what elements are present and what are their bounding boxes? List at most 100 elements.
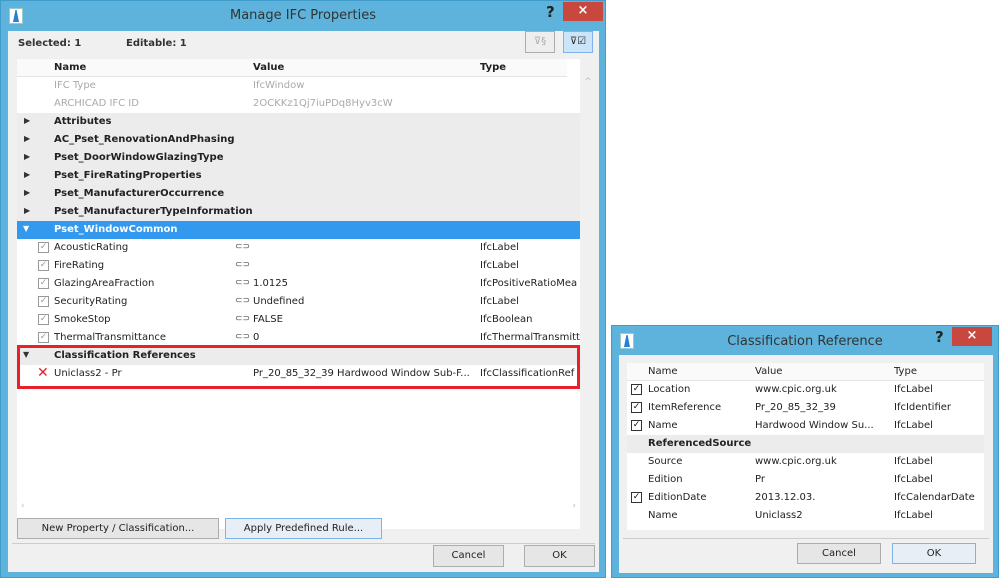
group-name: Attributes: [54, 116, 112, 127]
collapse-arrow-icon[interactable]: ▼: [23, 224, 29, 233]
link-icon[interactable]: ⊂⊃: [235, 260, 250, 270]
column-value[interactable]: Value: [755, 366, 782, 377]
column-name[interactable]: Name: [54, 62, 86, 73]
info-row[interactable]: ARCHICAD IFC ID 2OCKKz1Qj7iuPDq8Hyv3cW: [17, 95, 580, 113]
expand-arrow-icon[interactable]: ▶: [24, 152, 30, 161]
expand-arrow-icon[interactable]: ▶: [24, 134, 30, 143]
property-row[interactable]: ✓ FireRating ⊂⊃ IfcLabel: [17, 257, 580, 275]
horizontal-scrollbar[interactable]: ‹ ›: [17, 501, 580, 513]
column-type[interactable]: Type: [894, 366, 917, 377]
row-value[interactable]: 2013.12.03.: [755, 492, 815, 503]
row-value[interactable]: www.cpic.org.uk: [755, 456, 837, 467]
property-checkbox[interactable]: ✓: [38, 314, 49, 325]
group-name: Pset_DoorWindowGlazingType: [54, 152, 224, 163]
row-name: Name: [648, 420, 678, 431]
property-name: SecurityRating: [54, 296, 128, 307]
vertical-scrollbar[interactable]: ^: [580, 77, 596, 507]
table-header: Name Value Type: [17, 59, 567, 77]
row-value: IfcWindow: [253, 80, 305, 91]
referenced-source-group: ReferencedSource: [627, 435, 984, 453]
help-icon[interactable]: ?: [935, 328, 944, 346]
property-checkbox[interactable]: ✓: [38, 332, 49, 343]
column-name[interactable]: Name: [648, 366, 678, 377]
title-bar[interactable]: Classification Reference ? ×: [612, 326, 998, 356]
group-row[interactable]: ▶ Pset_ManufacturerOccurrence: [17, 185, 580, 203]
row-type: IfcLabel: [894, 420, 933, 431]
filter-section-button[interactable]: ⊽§: [525, 31, 555, 53]
property-type: IfcBoolean: [480, 314, 533, 325]
help-icon[interactable]: ?: [546, 3, 555, 21]
column-type[interactable]: Type: [480, 62, 506, 73]
reference-row[interactable]: ✓ Location www.cpic.org.uk IfcLabel: [627, 381, 984, 399]
separator: [623, 538, 989, 539]
checkbox-checked[interactable]: ✓: [631, 402, 642, 413]
reference-row[interactable]: ✓ EditionDate 2013.12.03. IfcCalendarDat…: [627, 489, 984, 507]
group-row-selected[interactable]: ▼ Pset_WindowCommon: [17, 221, 580, 239]
content-panel: Selected: 1 Editable: 1 ⊽§ ⊽☑ Name Value…: [8, 31, 599, 572]
reference-row[interactable]: ✓ Name Hardwood Window Su... IfcLabel: [627, 417, 984, 435]
link-icon[interactable]: ⊂⊃: [235, 332, 250, 342]
classification-highlight: [17, 345, 580, 389]
manage-ifc-properties-dialog: Manage IFC Properties ? × Selected: 1 Ed…: [0, 0, 606, 578]
group-row[interactable]: ▶ AC_Pset_RenovationAndPhasing: [17, 131, 580, 149]
property-checkbox[interactable]: ✓: [38, 242, 49, 253]
checkbox-checked[interactable]: ✓: [631, 492, 642, 503]
property-value[interactable]: 0: [253, 332, 259, 343]
row-value[interactable]: Pr_20_85_32_39: [755, 402, 836, 413]
property-value[interactable]: 1.0125: [253, 278, 288, 289]
editable-count: Editable: 1: [126, 38, 187, 49]
ok-button[interactable]: OK: [892, 543, 976, 564]
title-bar[interactable]: Manage IFC Properties ? ×: [1, 1, 605, 31]
info-row[interactable]: IFC Type IfcWindow: [17, 77, 580, 95]
link-icon[interactable]: ⊂⊃: [235, 296, 250, 306]
property-checkbox[interactable]: ✓: [38, 278, 49, 289]
group-row[interactable]: ▶ Pset_ManufacturerTypeInformation: [17, 203, 580, 221]
link-icon[interactable]: ⊂⊃: [235, 314, 250, 324]
expand-arrow-icon[interactable]: ▶: [24, 116, 30, 125]
checkbox-checked[interactable]: ✓: [631, 384, 642, 395]
row-type: IfcLabel: [894, 474, 933, 485]
property-type: IfcLabel: [480, 260, 519, 271]
new-property-classification-button[interactable]: New Property / Classification...: [17, 518, 219, 539]
cancel-button[interactable]: Cancel: [797, 543, 881, 564]
checkbox-checked[interactable]: ✓: [631, 420, 642, 431]
row-value[interactable]: Uniclass2: [755, 510, 803, 521]
cancel-button[interactable]: Cancel: [433, 545, 504, 567]
property-value[interactable]: FALSE: [253, 314, 283, 325]
row-type: IfcLabel: [894, 456, 933, 467]
expand-arrow-icon[interactable]: ▶: [24, 188, 30, 197]
selected-count: Selected: 1: [18, 38, 82, 49]
property-name: ThermalTransmittance: [54, 332, 167, 343]
row-value[interactable]: Pr: [755, 474, 765, 485]
property-row[interactable]: ✓ SmokeStop ⊂⊃ FALSE IfcBoolean: [17, 311, 580, 329]
row-value[interactable]: www.cpic.org.uk: [755, 384, 837, 395]
property-row[interactable]: ✓ GlazingAreaFraction ⊂⊃ 1.0125 IfcPosit…: [17, 275, 580, 293]
group-name: Pset_ManufacturerTypeInformation: [54, 206, 253, 217]
property-row[interactable]: ✓ AcousticRating ⊂⊃ IfcLabel: [17, 239, 580, 257]
row-value[interactable]: Hardwood Window Su...: [755, 420, 874, 431]
property-checkbox[interactable]: ✓: [38, 260, 49, 271]
group-row[interactable]: ▶ Pset_FireRatingProperties: [17, 167, 580, 185]
close-button[interactable]: ×: [563, 2, 603, 21]
content-panel: Name Value Type ✓ Location www.cpic.org.…: [619, 355, 993, 573]
reference-row[interactable]: ✓ ItemReference Pr_20_85_32_39 IfcIdenti…: [627, 399, 984, 417]
expand-arrow-icon[interactable]: ▶: [24, 206, 30, 215]
reference-row[interactable]: Source www.cpic.org.uk IfcLabel: [627, 453, 984, 471]
group-row[interactable]: ▶ Pset_DoorWindowGlazingType: [17, 149, 580, 167]
group-row[interactable]: ▶ Attributes: [17, 113, 580, 131]
property-checkbox[interactable]: ✓: [38, 296, 49, 307]
ok-button[interactable]: OK: [524, 545, 595, 567]
link-icon[interactable]: ⊂⊃: [235, 242, 250, 252]
property-row[interactable]: ✓ SecurityRating ⊂⊃ Undefined IfcLabel: [17, 293, 580, 311]
link-icon[interactable]: ⊂⊃: [235, 278, 250, 288]
column-value[interactable]: Value: [253, 62, 284, 73]
property-value[interactable]: Undefined: [253, 296, 304, 307]
reference-row[interactable]: Name Uniclass2 IfcLabel: [627, 507, 984, 525]
close-button[interactable]: ×: [952, 327, 992, 346]
reference-row[interactable]: Edition Pr IfcLabel: [627, 471, 984, 489]
group-name: Pset_ManufacturerOccurrence: [54, 188, 225, 199]
row-type: IfcLabel: [894, 510, 933, 521]
apply-predefined-rule-button[interactable]: Apply Predefined Rule...: [225, 518, 382, 539]
filter-checked-button[interactable]: ⊽☑: [563, 31, 593, 53]
expand-arrow-icon[interactable]: ▶: [24, 170, 30, 179]
